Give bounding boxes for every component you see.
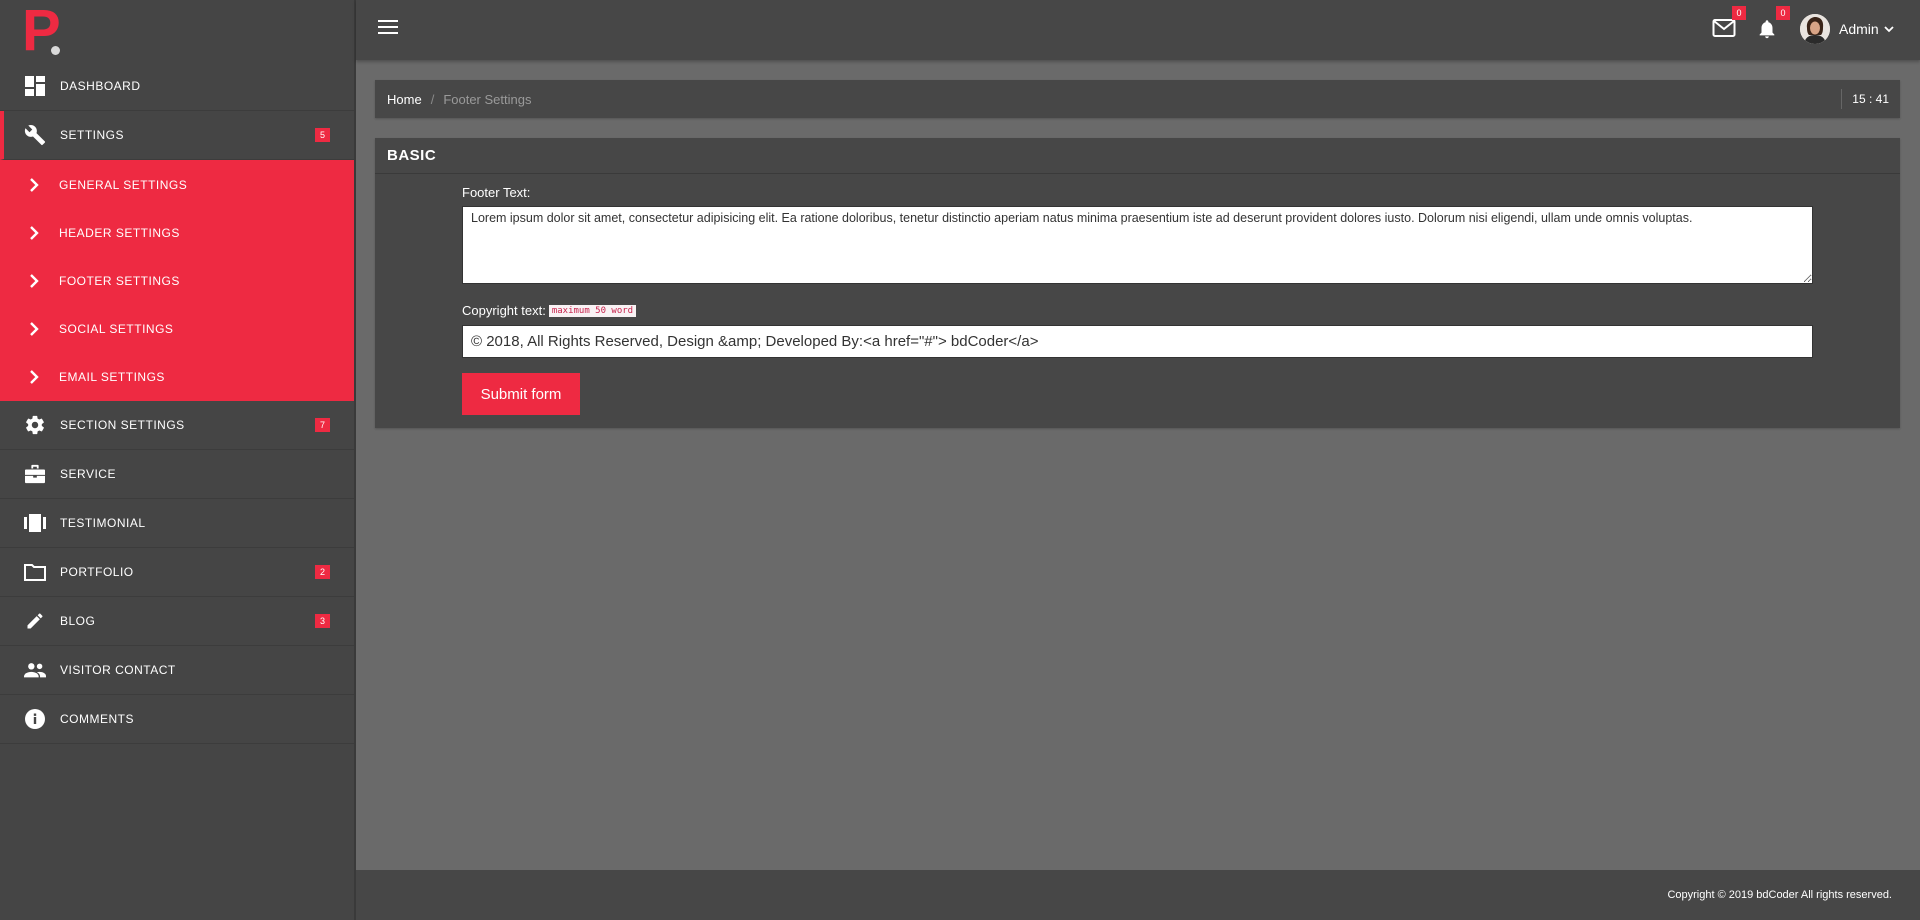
submenu-item-label: GENERAL SETTINGS bbox=[59, 178, 188, 192]
chevron-right-icon bbox=[29, 274, 43, 288]
chevron-down-icon bbox=[1884, 20, 1894, 38]
copyright-hint: maximum 50 word bbox=[548, 304, 637, 317]
footer-text-label-text: Footer Text: bbox=[462, 185, 531, 200]
sidebar-item-visitor-contact[interactable]: VISITOR CONTACT bbox=[0, 646, 354, 695]
sidebar-item-service[interactable]: SERVICE bbox=[0, 450, 354, 499]
user-menu[interactable]: Admin bbox=[1800, 14, 1894, 44]
submenu-item-general-settings[interactable]: GENERAL SETTINGS bbox=[0, 161, 354, 209]
mail-count-badge: 0 bbox=[1732, 6, 1746, 20]
chevron-right-icon bbox=[29, 178, 43, 192]
notifications-button[interactable]: 0 bbox=[1756, 6, 1790, 44]
hamburger-menu-icon[interactable] bbox=[378, 20, 398, 38]
sidebar-item-label: SERVICE bbox=[60, 467, 116, 481]
sidebar-menu: DASHBOARD SETTINGS 5 bbox=[0, 62, 354, 160]
sidebar-item-testimonial[interactable]: TESTIMONIAL bbox=[0, 499, 354, 548]
logo[interactable]: P bbox=[0, 0, 354, 62]
submenu-item-email-settings[interactable]: EMAIL SETTINGS bbox=[0, 353, 354, 401]
submenu-item-label: EMAIL SETTINGS bbox=[59, 370, 165, 384]
footer-settings-form: Footer Text: Copyright text: maximum 50 … bbox=[462, 185, 1813, 415]
footer-copyright: Copyright © 2019 bdCoder All rights rese… bbox=[1667, 889, 1892, 901]
people-icon bbox=[23, 658, 47, 682]
avatar bbox=[1800, 14, 1830, 44]
sidebar-item-label: BLOG bbox=[60, 614, 96, 628]
chevron-right-icon bbox=[29, 322, 43, 336]
sidebar: P DASHBOARD SETTINGS 5 GENERAL SETTINGS … bbox=[0, 0, 356, 920]
sidebar-item-section-settings[interactable]: SECTION SETTINGS 7 bbox=[0, 401, 354, 450]
sidebar-item-label: SETTINGS bbox=[60, 128, 125, 142]
basic-settings-card: BASIC Footer Text: Copyright text: maxim… bbox=[375, 138, 1900, 428]
submenu-item-label: SOCIAL SETTINGS bbox=[59, 322, 174, 336]
user-name: Admin bbox=[1839, 21, 1879, 37]
carousel-icon bbox=[23, 511, 47, 535]
sidebar-item-dashboard[interactable]: DASHBOARD bbox=[0, 62, 354, 111]
sidebar-item-comments[interactable]: COMMENTS bbox=[0, 695, 354, 744]
card-title: BASIC bbox=[375, 138, 1900, 174]
footer-text-input[interactable] bbox=[462, 206, 1813, 284]
clock-display: 15 : 41 bbox=[1841, 89, 1889, 109]
copyright-text-label-text: Copyright text: bbox=[462, 303, 546, 318]
briefcase-icon bbox=[23, 462, 47, 486]
sidebar-item-portfolio[interactable]: PORTFOLIO 2 bbox=[0, 548, 354, 597]
bell-icon bbox=[1756, 20, 1778, 44]
breadcrumb-home-link[interactable]: Home bbox=[387, 92, 422, 107]
dashboard-icon bbox=[23, 74, 47, 98]
top-bar: 0 0 Admin bbox=[356, 0, 1920, 60]
logo-dot bbox=[51, 46, 60, 55]
sidebar-item-label: SECTION SETTINGS bbox=[60, 418, 185, 432]
sidebar-item-blog[interactable]: BLOG 3 bbox=[0, 597, 354, 646]
breadcrumb-current: Footer Settings bbox=[443, 91, 532, 107]
chevron-right-icon bbox=[29, 226, 43, 240]
breadcrumb: Home / Footer Settings 15 : 41 bbox=[375, 80, 1900, 118]
page-footer: Copyright © 2019 bdCoder All rights rese… bbox=[356, 870, 1920, 920]
section-settings-badge: 7 bbox=[315, 418, 330, 432]
submenu-item-header-settings[interactable]: HEADER SETTINGS bbox=[0, 209, 354, 257]
sidebar-menu-rest: SECTION SETTINGS 7 SERVICE TESTIMONIAL P… bbox=[0, 401, 354, 744]
folder-icon bbox=[23, 560, 47, 584]
sidebar-item-label: COMMENTS bbox=[60, 712, 134, 726]
settings-badge: 5 bbox=[315, 128, 330, 142]
sidebar-item-label: TESTIMONIAL bbox=[60, 516, 146, 530]
submit-form-button[interactable]: Submit form bbox=[462, 373, 580, 415]
wrench-icon bbox=[23, 123, 47, 147]
submenu-item-label: FOOTER SETTINGS bbox=[59, 274, 180, 288]
sidebar-item-label: DASHBOARD bbox=[60, 79, 141, 93]
blog-badge: 3 bbox=[315, 614, 330, 628]
sidebar-item-label: VISITOR CONTACT bbox=[60, 663, 176, 677]
copyright-text-label: Copyright text: maximum 50 word bbox=[462, 303, 1813, 318]
sidebar-item-settings[interactable]: SETTINGS 5 bbox=[0, 111, 354, 160]
submenu-item-footer-settings[interactable]: FOOTER SETTINGS bbox=[0, 257, 354, 305]
pencil-icon bbox=[23, 609, 47, 633]
breadcrumb-separator: / bbox=[430, 91, 435, 107]
footer-text-label: Footer Text: bbox=[462, 185, 1813, 200]
gear-icon bbox=[23, 413, 47, 437]
portfolio-badge: 2 bbox=[315, 565, 330, 579]
mail-button[interactable]: 0 bbox=[1712, 6, 1746, 42]
info-icon bbox=[23, 707, 47, 731]
copyright-text-input[interactable] bbox=[462, 325, 1813, 358]
sidebar-item-label: PORTFOLIO bbox=[60, 565, 134, 579]
submenu-item-label: HEADER SETTINGS bbox=[59, 226, 180, 240]
mail-icon bbox=[1712, 19, 1736, 42]
settings-submenu: GENERAL SETTINGS HEADER SETTINGS FOOTER … bbox=[0, 160, 354, 401]
notification-count-badge: 0 bbox=[1776, 6, 1790, 20]
chevron-right-icon bbox=[29, 370, 43, 384]
submenu-item-social-settings[interactable]: SOCIAL SETTINGS bbox=[0, 305, 354, 353]
